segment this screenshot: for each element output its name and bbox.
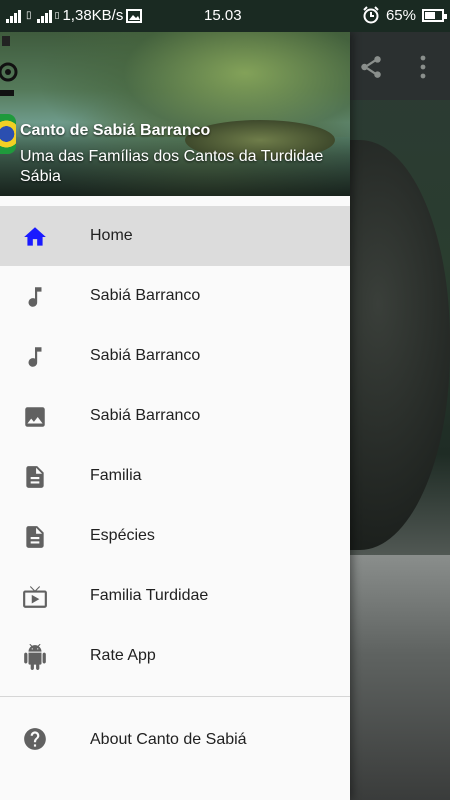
menu-item-label: Rate App bbox=[90, 647, 156, 664]
app-lower-image bbox=[350, 555, 450, 800]
status-left: ▯ ▯ 1,38KB/s bbox=[6, 7, 143, 24]
app-toolbar bbox=[350, 32, 450, 100]
menu-item-familia[interactable]: Familia bbox=[0, 446, 350, 506]
signal-icon-2 bbox=[36, 9, 52, 23]
sim-icon: ▯ bbox=[26, 10, 32, 21]
menu-item-label: Familia bbox=[90, 467, 142, 484]
image-notification-icon bbox=[126, 8, 143, 23]
menu-item-sabia-barranco-2[interactable]: Sabiá Barranco bbox=[0, 326, 350, 386]
music-note-icon bbox=[28, 287, 42, 307]
clock: 15.03 bbox=[204, 7, 242, 24]
help-circle-icon bbox=[24, 728, 46, 750]
battery-icon bbox=[422, 8, 447, 22]
share-icon[interactable] bbox=[358, 54, 384, 80]
drawer-header: Canto de Sabiá Barranco Uma das Famílias… bbox=[0, 32, 350, 196]
menu-item-rate-app[interactable]: Rate App bbox=[0, 626, 350, 686]
drawer-divider bbox=[0, 696, 350, 697]
battery-fill bbox=[425, 11, 435, 19]
sim-2-icon: ▯ bbox=[54, 10, 60, 20]
menu-item-label: Home bbox=[90, 227, 133, 244]
drawer-app-title: Canto de Sabiá Barranco bbox=[20, 122, 211, 139]
more-options-icon[interactable] bbox=[418, 54, 428, 80]
menu-item-label: Sabiá Barranco bbox=[90, 407, 201, 424]
alarm-icon bbox=[363, 6, 379, 24]
music-note-icon bbox=[28, 347, 42, 367]
document-icon bbox=[26, 466, 44, 488]
status-bar: ▯ ▯ 1,38KB/s 15.03 65% bbox=[0, 0, 450, 32]
menu-item-about[interactable]: About Canto de Sabiá bbox=[0, 710, 350, 770]
menu-item-label: Espécies bbox=[90, 527, 155, 544]
menu-item-sabia-barranco-3[interactable]: Sabiá Barranco bbox=[0, 386, 350, 446]
navigation-drawer: Canto de Sabiá Barranco Uma das Famílias… bbox=[0, 32, 350, 800]
battery-percent: 65% bbox=[385, 6, 416, 24]
menu-item-label: Sabiá Barranco bbox=[90, 347, 201, 364]
brazil-flag-icon bbox=[0, 114, 16, 154]
drawer-menu: Home Sabiá Barranco Sabiá Barranco Sabiá… bbox=[0, 206, 350, 686]
app-logo-icon bbox=[0, 36, 18, 96]
home-icon bbox=[24, 227, 46, 246]
menu-item-especies[interactable]: Espécies bbox=[0, 506, 350, 566]
drawer-app-subtitle: Uma das Famílias dos Cantos da Turdidae … bbox=[20, 148, 324, 185]
menu-item-label: About Canto de Sabiá bbox=[90, 731, 247, 748]
status-right: 65% bbox=[362, 6, 447, 24]
menu-item-familia-turdidae[interactable]: Familia Turdidae bbox=[0, 566, 350, 626]
android-icon bbox=[24, 644, 46, 670]
network-speed: 1,38KB/s bbox=[62, 7, 124, 24]
tv-play-icon bbox=[23, 586, 47, 608]
menu-item-label: Familia Turdidae bbox=[90, 587, 209, 604]
menu-item-home[interactable]: Home bbox=[0, 206, 350, 266]
document-icon bbox=[26, 526, 44, 548]
signal-icon bbox=[6, 9, 21, 23]
menu-item-label: Sabiá Barranco bbox=[90, 287, 201, 304]
image-icon bbox=[25, 407, 45, 427]
menu-item-sabia-barranco-1[interactable]: Sabiá Barranco bbox=[0, 266, 350, 326]
